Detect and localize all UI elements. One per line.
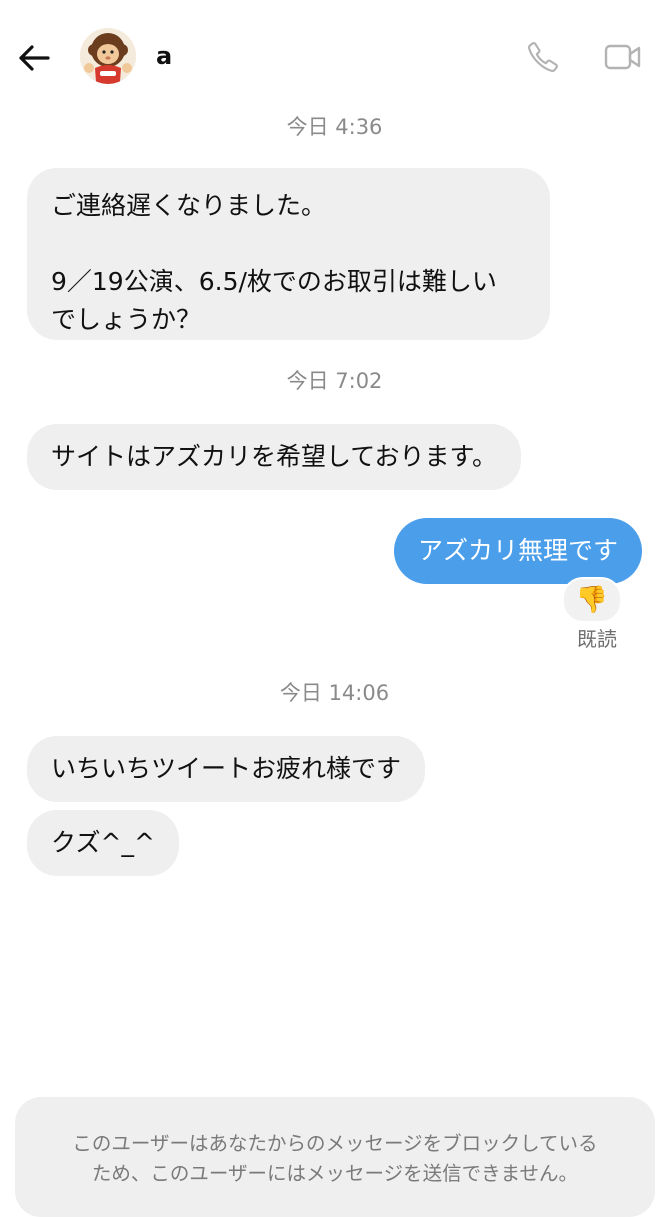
video-camera-icon xyxy=(604,44,641,70)
outgoing-message-bubble[interactable]: アズカリ無理です xyxy=(393,518,642,584)
back-button[interactable] xyxy=(14,38,54,78)
message-text-line: クズ^_^ xyxy=(51,828,155,857)
phone-icon xyxy=(528,42,558,72)
message-timestamp: 今日 14:06 xyxy=(279,681,390,705)
thumbs-down-icon: 👎 xyxy=(575,585,609,615)
message-timestamp: 今日 7:02 xyxy=(286,369,383,393)
message-text-line: いちいちツイートお疲れ様です xyxy=(51,754,402,783)
incoming-message-bubble[interactable]: クズ^_^ xyxy=(27,810,179,876)
chat-username[interactable]: a xyxy=(156,38,172,74)
message-text-line: ご連絡遅くなりました。 xyxy=(51,191,327,220)
message-text-line xyxy=(51,225,526,263)
arrow-left-icon xyxy=(19,45,50,71)
message-text-line: サイトはアズカリを希望しております。 xyxy=(51,442,498,471)
incoming-message-bubble[interactable]: いちいちツイートお疲れ様です xyxy=(27,736,426,802)
avatar[interactable] xyxy=(80,28,136,84)
blocked-notice: このユーザーはあなたからのメッセージをブロックしている ため、このユーザーにはメ… xyxy=(15,1097,655,1217)
monchhichi-avatar-icon xyxy=(80,28,136,84)
incoming-message-bubble[interactable]: サイトはアズカリを希望しております。 xyxy=(27,424,522,490)
chat-header: a xyxy=(0,0,669,112)
message-timestamp: 今日 4:36 xyxy=(286,115,383,139)
blocked-notice-text: このユーザーはあなたからのメッセージをブロックしている ため、このユーザーにはメ… xyxy=(15,1129,655,1189)
voice-call-button[interactable] xyxy=(522,36,564,78)
message-text-line: 9／19公演、6.5/枚でのお取引は難しい xyxy=(51,267,497,296)
blocked-notice-line: ため、このユーザーにはメッセージを送信できません。 xyxy=(91,1162,579,1185)
message-text-line: でしょうか？ xyxy=(51,305,202,334)
incoming-message-bubble[interactable]: ご連絡遅くなりました。 9／19公演、6.5/枚でのお取引は難しい でしょうか？ xyxy=(27,168,550,340)
video-call-button[interactable] xyxy=(600,36,646,78)
read-receipt: 既読 xyxy=(577,627,617,651)
thumbs-down-reaction[interactable]: 👎 xyxy=(562,577,622,623)
blocked-notice-line: このユーザーはあなたからのメッセージをブロックしている xyxy=(72,1132,598,1155)
